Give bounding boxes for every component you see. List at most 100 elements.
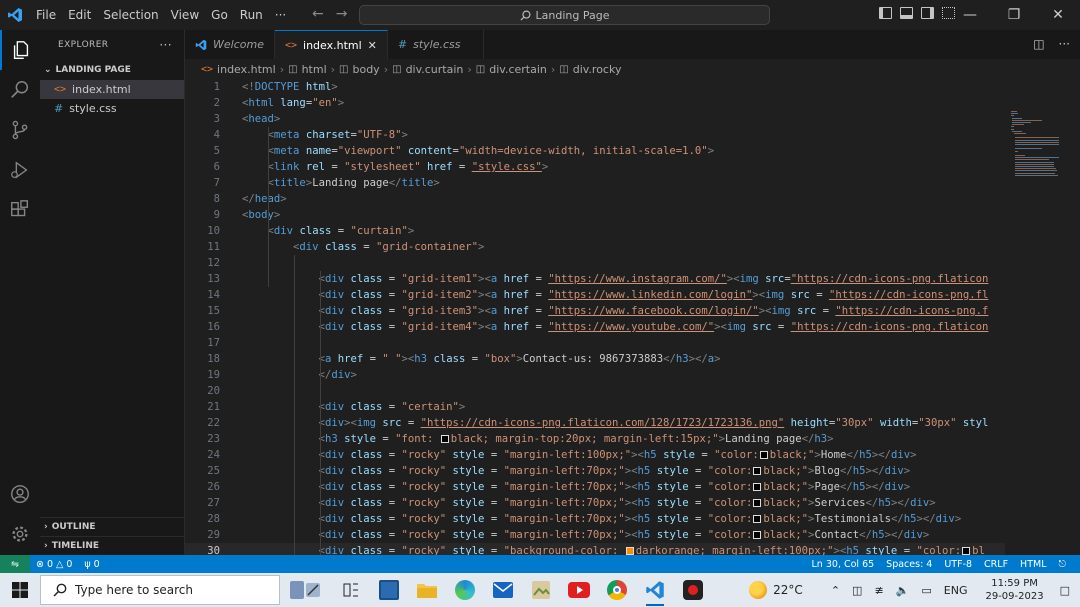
file-style-css[interactable]: # style.css	[40, 99, 184, 118]
code-line[interactable]: 21 <div class = "certain">	[185, 399, 1005, 415]
chrome-icon[interactable]	[598, 573, 636, 607]
code-line[interactable]: 16 <div class = "grid-item4"><a href = "…	[185, 319, 1005, 335]
code-line[interactable]: 29 <div class = "rocky" style = "margin-…	[185, 527, 1005, 543]
menu-view[interactable]: View	[165, 8, 205, 22]
code-line[interactable]: 27 <div class = "rocky" style = "margin-…	[185, 495, 1005, 511]
code-line[interactable]: 17	[185, 335, 1005, 351]
minimap[interactable]	[1005, 79, 1080, 555]
wifi-icon[interactable]: ≇	[868, 584, 889, 597]
file-explorer-icon[interactable]	[408, 573, 446, 607]
show-hidden-icons-chevron-icon[interactable]: ⌃	[825, 584, 846, 597]
code-line[interactable]: 30 <div class = "rocky" style = "backgro…	[185, 543, 1005, 555]
code-line[interactable]: 5 <meta name="viewport" content="width=d…	[185, 143, 1005, 159]
recorder-icon[interactable]	[674, 573, 712, 607]
language-mode[interactable]: HTML	[1014, 559, 1052, 570]
extensions-icon[interactable]	[0, 190, 40, 230]
more-actions-icon[interactable]: ···	[1059, 37, 1070, 51]
tab-index-html[interactable]: <> index.html ✕	[274, 30, 388, 59]
mail-icon[interactable]	[484, 573, 522, 607]
menu-edit[interactable]: Edit	[62, 8, 97, 22]
code-line[interactable]: 4 <meta charset="UTF-8">	[185, 127, 1005, 143]
restore-icon[interactable]: ❐	[992, 0, 1036, 30]
tab-style-css[interactable]: # style.css	[387, 30, 484, 59]
tab-welcome[interactable]: Welcome	[185, 30, 275, 59]
taskbar-search[interactable]: Type here to search	[40, 575, 280, 605]
breadcrumb-item[interactable]: body	[352, 63, 379, 76]
code-line[interactable]: 25 <div class = "rocky" style = "margin-…	[185, 463, 1005, 479]
code-line[interactable]: 19 </div>	[185, 367, 1005, 383]
toggle-primary-sidebar-icon[interactable]	[879, 7, 892, 19]
vscode-taskbar-icon[interactable]	[636, 573, 674, 607]
code-line[interactable]: 9 <body>	[185, 207, 1005, 223]
explorer-icon[interactable]	[0, 30, 40, 70]
ports-status[interactable]: ψ 0	[78, 559, 105, 570]
code-line[interactable]: 7 <title>Landing page</title>	[185, 175, 1005, 191]
code-line[interactable]: 20	[185, 383, 1005, 399]
manage-gear-icon[interactable]	[0, 514, 40, 554]
code-line[interactable]: 22 <div><img src = "https://cdn-icons-pn…	[185, 415, 1005, 431]
code-line[interactable]: 8 </head>	[185, 191, 1005, 207]
code-line[interactable]: 18 <a href = " "><h3 class = "box">Conta…	[185, 351, 1005, 367]
youtube-icon[interactable]	[560, 573, 598, 607]
run-debug-icon[interactable]	[0, 150, 40, 190]
source-control-icon[interactable]	[0, 110, 40, 150]
breadcrumb-item[interactable]: div.certain	[489, 63, 547, 76]
search-view-icon[interactable]	[0, 70, 40, 110]
code-line[interactable]: 23 <h3 style = "font: black; margin-top:…	[185, 431, 1005, 447]
battery-icon[interactable]: ◫	[846, 584, 868, 597]
menu-file[interactable]: File	[30, 8, 62, 22]
code-line[interactable]: 3 <head>	[185, 111, 1005, 127]
menu-go[interactable]: Go	[205, 8, 234, 22]
code-line[interactable]: 10 <div class = "curtain">	[185, 223, 1005, 239]
news-widget-icon[interactable]	[280, 573, 332, 607]
code-line[interactable]: 24 <div class = "rocky" style = "margin-…	[185, 447, 1005, 463]
volume-icon[interactable]: 🔈	[890, 584, 916, 597]
task-view-icon[interactable]	[332, 573, 370, 607]
notifications-bell-icon[interactable]: ⎋	[1052, 559, 1072, 570]
command-center-search[interactable]: Landing Page	[359, 5, 770, 25]
code-line[interactable]: 13 <div class = "grid-item1"><a href = "…	[185, 271, 1005, 287]
outline-section[interactable]: › OUTLINE	[40, 517, 185, 536]
code-line[interactable]: 15 <div class = "grid-item3"><a href = "…	[185, 303, 1005, 319]
menu-run[interactable]: Run	[234, 8, 269, 22]
split-editor-icon[interactable]: ◫	[1033, 37, 1044, 51]
back-arrow-icon[interactable]: ←	[312, 6, 324, 22]
minimize-icon[interactable]: —	[948, 0, 992, 30]
cursor-position[interactable]: Ln 30, Col 65	[806, 559, 881, 570]
display-icon[interactable]: ▭	[915, 584, 937, 597]
code-line[interactable]: 26 <div class = "rocky" style = "margin-…	[185, 479, 1005, 495]
line-endings[interactable]: CRLF	[978, 559, 1014, 570]
encoding[interactable]: UTF-8	[938, 559, 978, 570]
menu-more[interactable]: ···	[269, 8, 292, 22]
toggle-secondary-sidebar-icon[interactable]	[921, 7, 934, 19]
code-line[interactable]: 1 <!DOCTYPE html>	[185, 79, 1005, 95]
workspace-folder-header[interactable]: ⌄ LANDING PAGE	[40, 60, 184, 80]
menu-selection[interactable]: Selection	[97, 8, 164, 22]
code-editor[interactable]: 1 <!DOCTYPE html> 2 <html lang="en"> 3 <head>…	[185, 79, 1005, 555]
code-line[interactable]: 6 <link rel = "stylesheet" href = "style…	[185, 159, 1005, 175]
code-line[interactable]: 12	[185, 255, 1005, 271]
notification-center-icon[interactable]: □	[1056, 584, 1080, 597]
accounts-icon[interactable]	[0, 474, 40, 514]
explorer-more-actions[interactable]: ···	[159, 38, 172, 52]
code-line[interactable]: 2 <html lang="en">	[185, 95, 1005, 111]
indentation[interactable]: Spaces: 4	[880, 559, 938, 570]
problems-status[interactable]: ⊗ 0 △ 0	[30, 559, 78, 570]
breadcrumb-item[interactable]: div.rocky	[573, 63, 622, 76]
forward-arrow-icon[interactable]: →	[336, 6, 348, 22]
code-line[interactable]: 14 <div class = "grid-item2"><a href = "…	[185, 287, 1005, 303]
clock[interactable]: 11:59 PM 29-09-2023	[973, 577, 1055, 603]
photos-icon[interactable]	[522, 573, 560, 607]
close-tab-icon[interactable]: ✕	[368, 39, 377, 52]
toggle-panel-icon[interactable]	[900, 7, 913, 19]
weather-icon[interactable]	[749, 581, 768, 599]
code-line[interactable]: 28 <div class = "rocky" style = "margin-…	[185, 511, 1005, 527]
breadcrumb-item[interactable]: div.curtain	[406, 63, 464, 76]
weather-temp[interactable]: 22°C	[767, 583, 825, 597]
input-language[interactable]: ENG	[938, 584, 974, 597]
breadcrumb-item[interactable]: html	[302, 63, 327, 76]
app-blue-square-icon[interactable]	[370, 573, 408, 607]
timeline-section[interactable]: › TIMELINE	[40, 536, 185, 555]
code-line[interactable]: 11 <div class = "grid-container">	[185, 239, 1005, 255]
remote-indicator-icon[interactable]: ⇋	[0, 555, 30, 573]
